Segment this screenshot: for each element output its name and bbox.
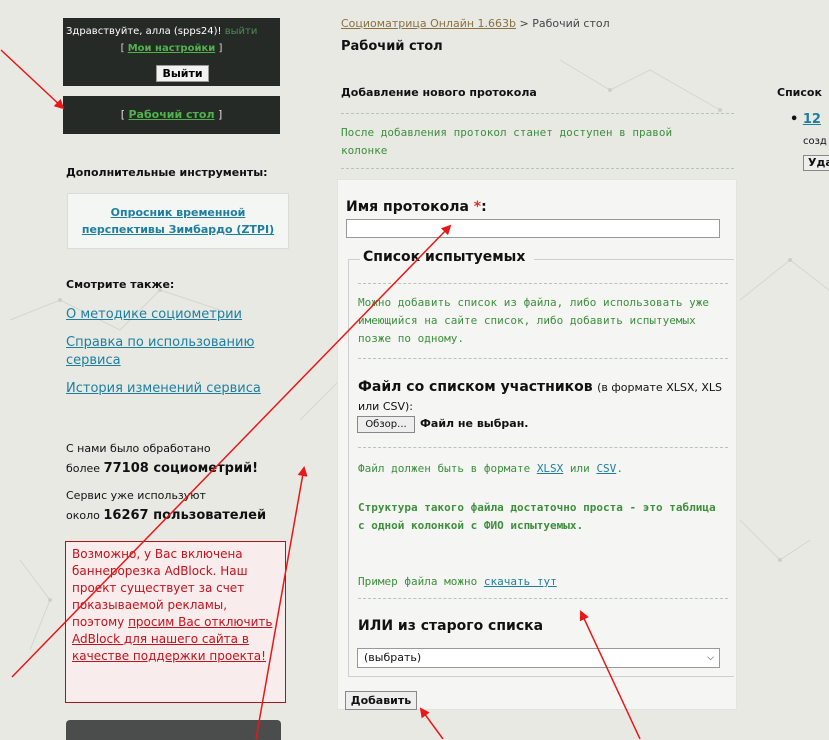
adblock-notice: Возможно, у Вас включена баннерорезка Ad… xyxy=(65,541,286,703)
divider xyxy=(341,168,734,169)
file-label-text: Файл со списком участников xyxy=(358,379,593,395)
structure-info: Структура такого файла достаточно проста… xyxy=(358,501,716,532)
users-stat: около 16267 пользователей xyxy=(66,506,266,526)
protocols-list-title: Список xyxy=(777,86,822,99)
help-link[interactable]: Справка по использованию сервиса xyxy=(66,334,296,370)
breadcrumb-sep: > xyxy=(516,17,533,30)
subjects-legend: Список испытуемых xyxy=(360,249,529,265)
format-end: . xyxy=(616,462,623,475)
processed-label: С нами было обработано xyxy=(66,442,211,455)
processed-value: 77108 социометрий! xyxy=(103,461,259,476)
breadcrumb: Социоматрица Онлайн 1.663b > Рабочий сто… xyxy=(341,17,610,30)
example-prefix: Пример файла можно xyxy=(358,575,484,588)
changelog-link[interactable]: История изменений сервиса xyxy=(66,380,296,398)
users-about: около xyxy=(66,509,100,522)
methodology-link[interactable]: О методике социометрии xyxy=(66,306,296,324)
my-settings-link[interactable]: Мои настройки xyxy=(128,43,216,54)
add-button[interactable]: Добавить xyxy=(345,691,417,710)
greeting: Здравствуйте, алла (spps24)! выйти xyxy=(66,26,257,37)
protocol-link[interactable]: 12 xyxy=(803,112,821,127)
format-prefix: Файл должен быть в формате xyxy=(358,462,537,475)
subjects-info: Можно добавить список из файла, либо исп… xyxy=(358,296,709,345)
protocol-name-input[interactable] xyxy=(346,219,720,238)
bottom-widget xyxy=(66,720,281,740)
greeting-exit-link[interactable]: выйти xyxy=(225,26,258,37)
old-list-select[interactable]: (выбрать) ⌵ xyxy=(357,648,720,668)
logout-button[interactable]: Выйти xyxy=(156,65,209,82)
new-protocol-title: Добавление нового протокола xyxy=(341,86,537,99)
arrow-to-add-button xyxy=(419,707,444,739)
chevron-down-icon: ⌵ xyxy=(707,653,714,663)
ztpi-box: Опросник временной перспективы Зимбардо (… xyxy=(67,193,289,249)
no-file-text: Файл не выбран. xyxy=(420,417,529,430)
greeting-text: Здравствуйте, алла (spps24)! xyxy=(66,26,222,37)
old-list-label: ИЛИ из старого списка xyxy=(358,618,544,634)
desktop-box: [ Рабочий стол ] xyxy=(63,96,280,134)
users-label: Сервис уже используют xyxy=(66,489,206,502)
select-value: (выбрать) xyxy=(364,651,422,664)
breadcrumb-home-link[interactable]: Социоматрица Онлайн 1.663b xyxy=(341,17,516,30)
users-value: 16267 пользователей xyxy=(103,508,267,523)
required-mark: * xyxy=(473,199,482,215)
example-info: Пример файла можно скачать тут xyxy=(358,573,728,591)
protocol-delete-button[interactable]: Уда xyxy=(803,155,829,171)
protocol-name-label-text: Имя протокола xyxy=(346,199,469,215)
format-or: или xyxy=(563,462,597,475)
ztpi-link[interactable]: Опросник временной перспективы Зимбардо (… xyxy=(82,206,274,236)
xlsx-link[interactable]: XLSX xyxy=(537,462,564,475)
user-box: Здравствуйте, алла (spps24)! выйти [ Мои… xyxy=(63,18,280,86)
label-colon: : xyxy=(481,199,487,215)
protocol-created: созд xyxy=(803,136,827,147)
desktop-link[interactable]: Рабочий стол xyxy=(128,108,214,121)
tools-title: Дополнительные инструменты: xyxy=(66,166,268,179)
settings-line: [ Мои настройки ] xyxy=(120,43,223,54)
ztpi-link-line2: перспективы Зимбардо (ZTPI) xyxy=(81,223,275,236)
processed-more: более xyxy=(66,462,101,475)
ztpi-link-line1: Опросник временной xyxy=(110,206,246,219)
divider xyxy=(341,113,734,114)
csv-link[interactable]: CSV xyxy=(596,462,616,475)
page-title: Рабочий стол xyxy=(341,39,443,54)
protocol-name-label: Имя протокола *: xyxy=(346,199,487,215)
browse-button[interactable]: Обзор... xyxy=(357,416,415,433)
arrow-to-desktop xyxy=(0,49,65,110)
format-info: Файл должен быть в формате XLSX или CSV. xyxy=(358,460,728,478)
processed-stat: более 77108 социометрий! xyxy=(66,459,258,479)
new-protocol-info: После добавления протокол станет доступе… xyxy=(341,126,673,157)
breadcrumb-current: Рабочий стол xyxy=(532,17,610,30)
protocol-list-item: • 12 xyxy=(790,112,821,127)
download-example-link[interactable]: скачать тут xyxy=(484,575,557,588)
see-also-title: Смотрите также: xyxy=(66,278,175,291)
file-label: Файл со списком участников (в формате XL… xyxy=(358,378,728,416)
